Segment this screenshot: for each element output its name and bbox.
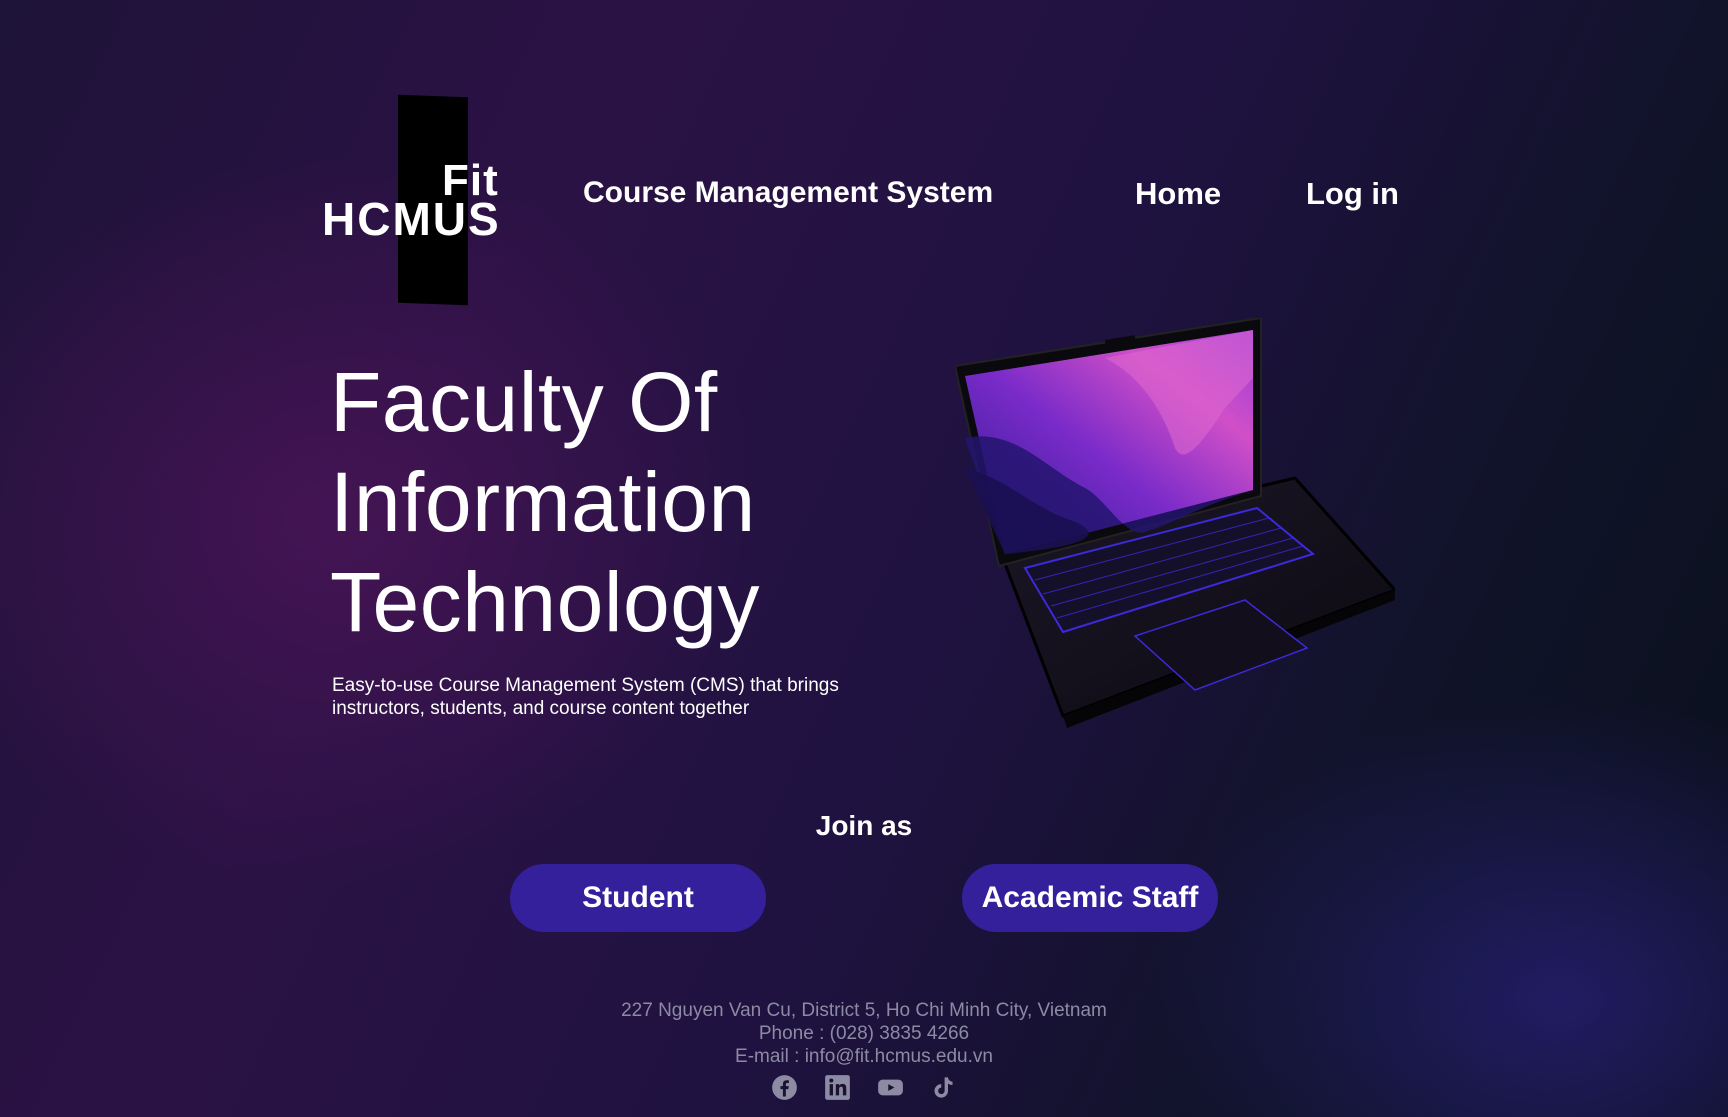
hero-title: Faculty Of Information Technology <box>330 352 890 652</box>
youtube-icon[interactable] <box>877 1074 904 1101</box>
fit-hcmus-logo[interactable]: Fit HCMUS <box>322 94 506 306</box>
site-title: Course Management System <box>583 176 994 209</box>
hero-description: Easy-to-use Course Management System (CM… <box>332 675 839 719</box>
hero-title-line-2: Information <box>330 455 756 549</box>
join-as-label: Join as <box>815 810 913 841</box>
facebook-icon[interactable] <box>771 1074 798 1101</box>
footer-email: E-mail : info@fit.hcmus.edu.vn <box>735 1046 993 1067</box>
laptop-illustration <box>955 318 1395 728</box>
nav-login-link[interactable]: Log in <box>1306 176 1399 212</box>
linkedin-icon[interactable] <box>824 1074 851 1101</box>
hero-title-line-1: Faculty Of <box>330 355 718 449</box>
nav-home-link[interactable]: Home <box>1135 176 1221 212</box>
footer-address: 227 Nguyen Van Cu, District 5, Ho Chi Mi… <box>621 1000 1107 1021</box>
footer-phone: Phone : (028) 3835 4266 <box>758 1023 970 1044</box>
social-links <box>0 1074 1728 1101</box>
logo-hcmus-text: HCMUS <box>322 193 501 245</box>
hero-title-line-3: Technology <box>330 555 760 649</box>
join-student-button[interactable]: Student <box>510 864 766 932</box>
join-academic-staff-button[interactable]: Academic Staff <box>962 864 1218 932</box>
tiktok-icon[interactable] <box>930 1074 957 1101</box>
footer-contact: 227 Nguyen Van Cu, District 5, Ho Chi Mi… <box>0 999 1728 1068</box>
